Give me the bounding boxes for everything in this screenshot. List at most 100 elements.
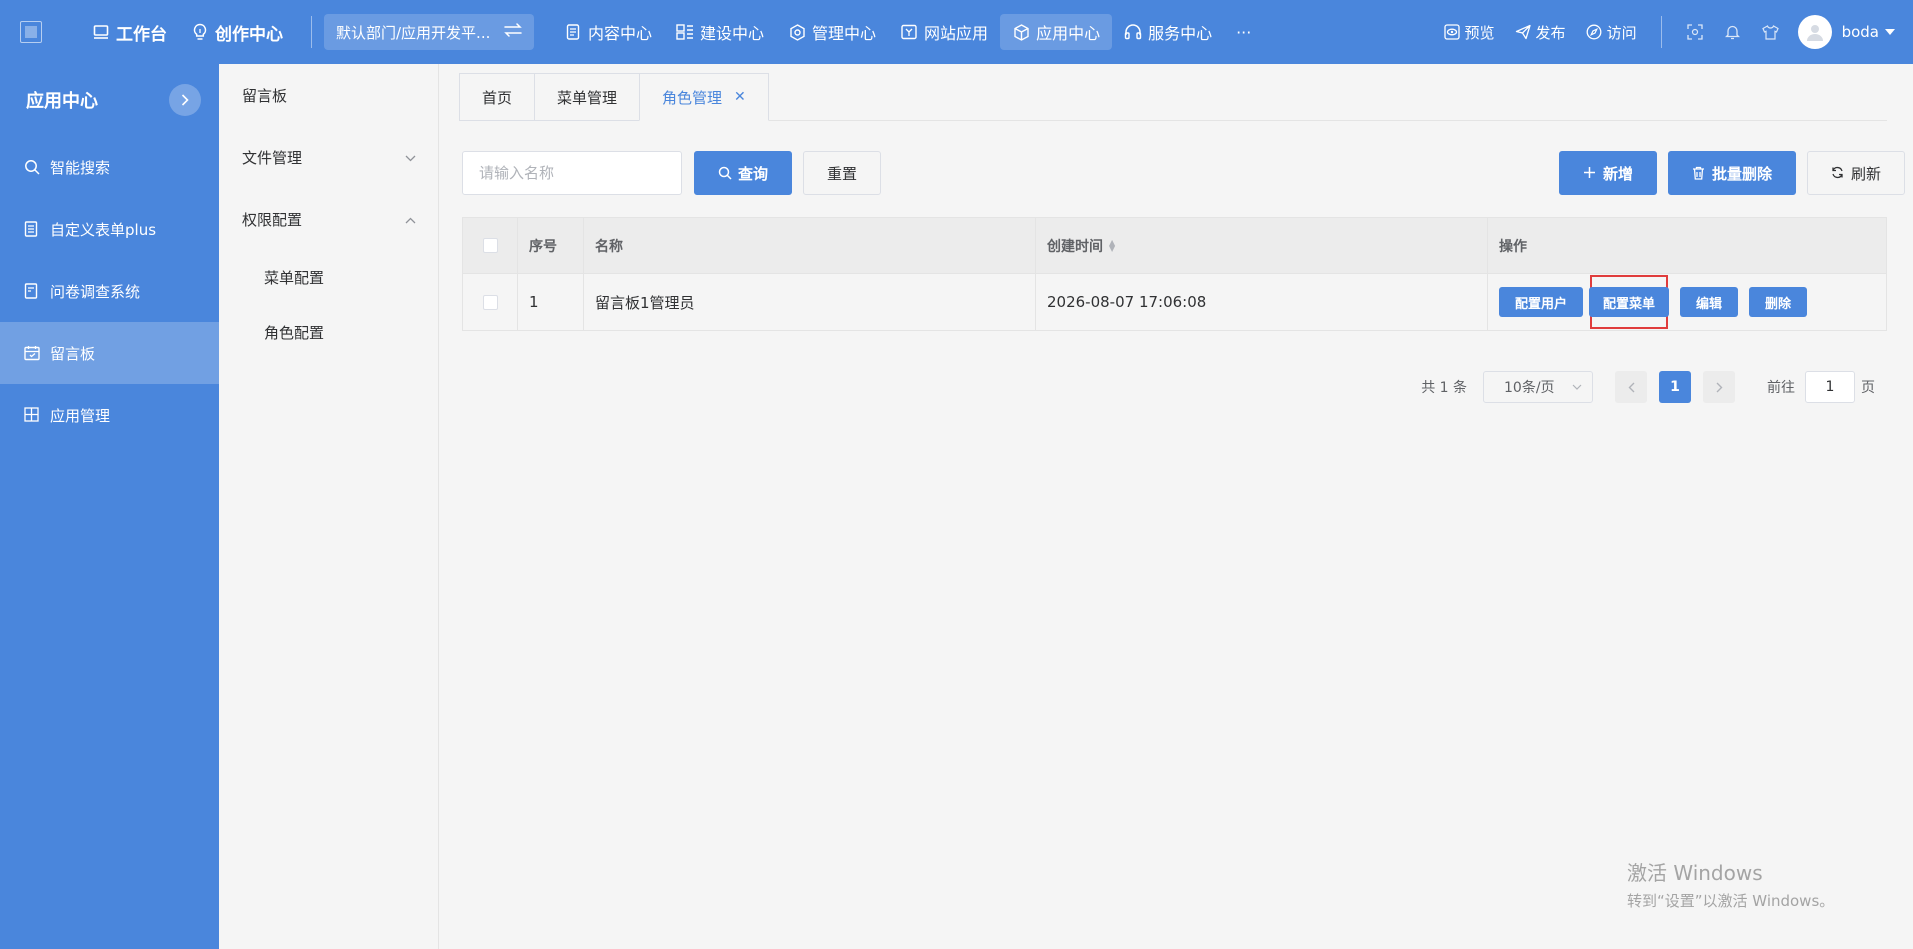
page-size-value: 10条/页 [1504, 380, 1555, 396]
refresh-label: 刷新 [1850, 164, 1881, 183]
form-icon [24, 221, 40, 237]
more-menu-button[interactable]: ··· [1224, 14, 1263, 50]
create-center-link[interactable]: 创作中心 [179, 14, 295, 50]
send-icon [1515, 24, 1531, 40]
sidebar-item-message-board[interactable]: 留言板 [0, 322, 219, 384]
preview-label: 预览 [1464, 23, 1495, 42]
workbench-label: 工作台 [116, 24, 167, 45]
divider [311, 16, 312, 48]
secondary-sidebar: 留言板 文件管理 权限配置 菜单配置 角色配置 [219, 64, 439, 949]
refresh-button[interactable]: 刷新 [1807, 151, 1905, 195]
nav-service-center[interactable]: 服务中心 [1112, 14, 1224, 50]
chevron-right-icon [1716, 382, 1722, 392]
sidebar-item-label: 问卷调查系统 [50, 282, 141, 301]
pagination-total: 共 1 条 [1421, 380, 1467, 396]
pagination: 共 1 条 10条/页 1 前往 页 [1421, 371, 1875, 403]
config-users-button[interactable]: 配置用户 [1499, 287, 1584, 317]
delete-button[interactable]: 删除 [1749, 287, 1808, 317]
message-board-icon [24, 345, 40, 361]
sort-icon[interactable]: ▲ ▼ [1109, 238, 1115, 252]
page-size-select[interactable]: 10条/页 [1483, 371, 1593, 403]
reset-button[interactable]: 重置 [803, 151, 881, 195]
nav-management-center[interactable]: 管理中心 [776, 14, 888, 50]
workbench-link[interactable]: 工作台 [80, 14, 179, 50]
page-tabs: 首页 菜单管理 角色管理 ✕ [459, 73, 769, 121]
divider [1660, 16, 1662, 48]
subnav-item-message-board[interactable]: 留言板 [219, 64, 438, 126]
page-number-current[interactable]: 1 [1659, 371, 1691, 403]
close-icon[interactable]: ✕ [734, 89, 746, 105]
row-actions: 配置用户 配置菜单 编辑 删除 [1488, 274, 1886, 330]
shirt-icon[interactable] [1761, 22, 1781, 42]
plus-icon [1583, 166, 1597, 180]
row-created-time: 2026-08-07 17:06:08 [1036, 274, 1488, 330]
next-page-button[interactable] [1703, 371, 1735, 403]
subnav-item-file-management[interactable]: 文件管理 [219, 126, 438, 188]
trash-icon [1692, 166, 1706, 180]
goto-label: 前往 [1767, 380, 1795, 396]
batch-delete-button[interactable]: 批量删除 [1668, 151, 1796, 195]
sidebar-item-smart-search[interactable]: 智能搜索 [0, 136, 219, 198]
caret-down-icon[interactable] [1885, 29, 1895, 35]
chevron-right-icon [181, 94, 189, 106]
nav-app-center[interactable]: 应用中心 [1000, 14, 1113, 50]
nav-label: 管理中心 [812, 24, 877, 43]
scan-icon[interactable] [1685, 22, 1705, 42]
create-center-label: 创作中心 [215, 24, 283, 45]
logo-image [20, 21, 42, 43]
nav-label: 服务中心 [1148, 24, 1213, 43]
edit-button[interactable]: 编辑 [1680, 287, 1739, 317]
watermark-title: 激活 Windows [1627, 861, 1763, 885]
batch-delete-label: 批量删除 [1711, 164, 1772, 183]
sidebar-item-survey[interactable]: 问卷调查系统 [0, 260, 219, 322]
toolbar: 查询 重置 新增 批量删除 刷新 [462, 151, 1905, 195]
top-navbar: 工作台 创作中心 默认部门/应用开发平... 内容中心 建设中心 管理中心 网站… [0, 0, 1913, 64]
nav-build-center[interactable]: 建设中心 [664, 14, 776, 50]
headset-icon [1124, 23, 1142, 41]
add-button[interactable]: 新增 [1559, 151, 1657, 195]
subnav-item-permission-config[interactable]: 权限配置 [219, 188, 438, 250]
row-checkbox[interactable] [482, 294, 498, 310]
column-header: 操作 [1499, 238, 1527, 255]
query-label: 查询 [737, 164, 768, 183]
survey-icon [24, 283, 40, 299]
avatar[interactable] [1797, 15, 1832, 49]
subnav-subitem-role-config[interactable]: 角色配置 [219, 305, 438, 360]
preview-button[interactable]: 预览 [1434, 14, 1505, 50]
nav-content-center[interactable]: 内容中心 [552, 14, 664, 50]
column-header: 序号 [518, 218, 584, 273]
tab-role-management[interactable]: 角色管理 ✕ [639, 73, 769, 121]
subnav-item-label: 权限配置 [242, 210, 303, 229]
name-search-input[interactable] [462, 151, 682, 195]
row-select-cell [463, 274, 518, 330]
bell-icon[interactable] [1723, 22, 1743, 42]
select-all-checkbox[interactable] [482, 238, 498, 253]
reset-label: 重置 [826, 164, 857, 183]
nav-website-apps[interactable]: 网站应用 [888, 14, 1000, 50]
query-button[interactable]: 查询 [694, 151, 792, 195]
sidebar-item-app-management[interactable]: 应用管理 [0, 384, 219, 446]
column-header-created[interactable]: 创建时间 ▲ ▼ [1036, 218, 1488, 273]
subnav-item-label: 留言板 [242, 86, 288, 105]
tab-label: 菜单管理 [557, 88, 618, 107]
subnav-subitem-menu-config[interactable]: 菜单配置 [219, 250, 438, 305]
username[interactable]: boda [1842, 23, 1879, 41]
sidebar-title: 应用中心 [26, 91, 98, 112]
goto-page-input[interactable] [1805, 371, 1855, 403]
table-row: 1 留言板1管理员 2026-08-07 17:06:08 配置用户 配置菜单 … [463, 273, 1886, 330]
layout-icon [676, 23, 694, 41]
more-label: ··· [1236, 22, 1252, 42]
visit-label: 访问 [1606, 23, 1637, 42]
eye-icon [1443, 24, 1460, 40]
department-switcher[interactable]: 默认部门/应用开发平... [324, 14, 534, 50]
tab-menu-management[interactable]: 菜单管理 [534, 73, 640, 121]
sidebar-item-custom-form[interactable]: 自定义表单plus [0, 198, 219, 260]
publish-button[interactable]: 发布 [1505, 14, 1576, 50]
config-menu-button[interactable]: 配置菜单 [1589, 287, 1670, 317]
collapse-sidebar-button[interactable] [169, 84, 201, 116]
visit-button[interactable]: 访问 [1576, 14, 1647, 50]
column-header: 名称 [584, 218, 1036, 273]
prev-page-button[interactable] [1615, 371, 1647, 403]
highlight-box: 配置菜单 [1589, 275, 1670, 329]
tab-home[interactable]: 首页 [459, 73, 535, 121]
